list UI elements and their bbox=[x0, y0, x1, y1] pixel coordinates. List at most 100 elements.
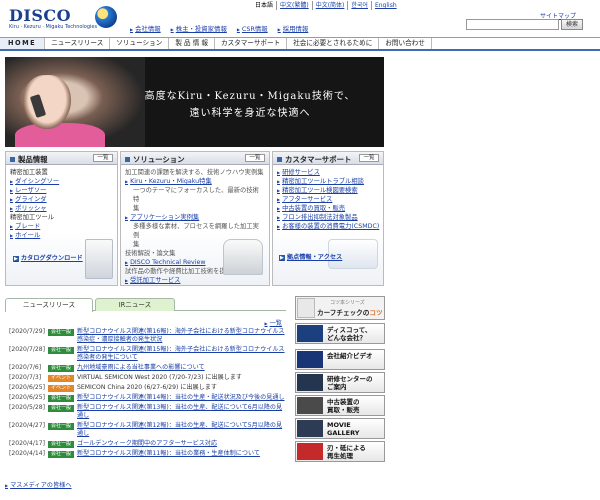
catalog-download-link[interactable]: カタログダウンロード bbox=[13, 253, 83, 262]
banner-thumbnail bbox=[297, 351, 323, 368]
investor-link[interactable]: 株主・投資家情報 bbox=[171, 24, 227, 33]
news-row: [2020/4/27] 会社一般 新型コロナウイルス関連(第12報)：当社の生産、配… bbox=[5, 422, 286, 438]
language-selector: 日本語 中文(繁體) 中文(简体) 한국어 English bbox=[252, 1, 400, 10]
kerf-title: カーフチェックのコツ bbox=[317, 309, 383, 317]
nav-news-release[interactable]: ニュースリリース bbox=[45, 38, 111, 49]
news-headline[interactable]: 新型コロナウイルス関連(第15報)：海外子会社における新型コロナウイルス感染者の… bbox=[77, 346, 286, 362]
news-headline: VIRTUAL SEMICON West 2020 (7/20-7/23) に出… bbox=[77, 374, 242, 381]
products-item-blade[interactable]: ブレード bbox=[10, 222, 113, 231]
nav-customer-support[interactable]: カスタマーサポート bbox=[215, 38, 288, 49]
support-item-tool-search[interactable]: 精密加工ツール検図要検索 bbox=[277, 186, 379, 195]
solution-link-feature[interactable]: Kiru・Kezuru・Migaku特集 bbox=[125, 177, 265, 186]
machine-image bbox=[85, 239, 113, 279]
solution-list-button[interactable]: 一覧 bbox=[245, 154, 265, 162]
products-item-polisher[interactable]: ポリッシャ bbox=[10, 204, 113, 213]
main-nav: HOME ニュースリリース ソリューション 製 品 情 報 カスタマーサポート … bbox=[0, 37, 600, 51]
nav-solution[interactable]: ソリューション bbox=[110, 38, 170, 49]
solution-desc-applications: 多種多様な素材、プロセスを網羅した加工実例 bbox=[133, 223, 259, 239]
products-title: 製品情報 bbox=[10, 154, 48, 165]
news-headline[interactable]: 新型コロナウイルス関連(第14報)：当社の生産・配送状況及び今後の見通し bbox=[77, 394, 286, 402]
support-item-freon[interactable]: フロン排出抑制法対象製品 bbox=[277, 213, 379, 222]
solution-intro: 加工関連の課題を解決する、技術ノウハウ実例集 bbox=[125, 169, 264, 176]
support-item-tool-trouble[interactable]: 精密加工ツールトラブル相談 bbox=[277, 177, 379, 186]
access-link[interactable]: 拠点情報・アクセス bbox=[279, 252, 342, 261]
solution-desc-feature-2: 集 bbox=[133, 205, 140, 212]
news-headline[interactable]: 九州地域豪雨による当社事業への影響について bbox=[77, 364, 286, 372]
news-category-badge: 会社一般 bbox=[48, 405, 74, 412]
mass-media-link[interactable]: マスメディアの皆様へ bbox=[5, 480, 71, 489]
solution-link-applications[interactable]: アプリケーション実例集 bbox=[125, 213, 265, 222]
news-category-badge: 会社一般 bbox=[48, 441, 74, 448]
lang-japanese[interactable]: 日本語 bbox=[252, 1, 276, 10]
products-group-tools: 精密加工ツール bbox=[10, 214, 55, 221]
hero-banner[interactable]: 高度なKiru・Kezuru・Migaku技術で、 遠い科学を身近な快適へ bbox=[5, 57, 384, 147]
news-headline: SEMICON China 2020 (6/27-6/29) に出展します bbox=[77, 384, 217, 391]
search-button[interactable]: 検索 bbox=[561, 19, 583, 30]
news-row: [2020/7/3] イベント VIRTUAL SEMICON West 2020 … bbox=[5, 374, 286, 382]
solution-link-contract-service[interactable]: 受託加工サービス bbox=[125, 276, 265, 285]
tab-news-release[interactable]: ニュースリリース bbox=[5, 298, 93, 312]
lang-simplified-chinese[interactable]: 中文(简体) bbox=[311, 1, 348, 10]
products-panel-header: 製品情報 一覧 bbox=[6, 152, 117, 165]
solution-panel: ソリューション 一覧 加工関連の課題を解決する、技術ノウハウ実例集 Kiru・K… bbox=[120, 151, 270, 286]
company-video-banner[interactable]: 会社紹介ビデオ bbox=[295, 349, 385, 370]
support-item-after-service[interactable]: アフターサービス bbox=[277, 195, 379, 204]
news-date: [2020/6/25] bbox=[9, 384, 46, 391]
nav-society[interactable]: 社会に必要とされるために bbox=[287, 38, 380, 49]
kerf-check-banner[interactable]: コツ本シリーズ カーフチェックのコツ bbox=[295, 296, 385, 320]
support-list-button[interactable]: 一覧 bbox=[359, 154, 379, 162]
news-headline[interactable]: 新型コロナウイルス関連(第11報)：当社の業務・生産体制について bbox=[77, 450, 286, 458]
solution-panel-header: ソリューション 一覧 bbox=[121, 152, 269, 165]
banner-title: 会社紹介ビデオ bbox=[327, 352, 373, 360]
news-row: [2020/7/28] 会社一般 新型コロナウイルス関連(第15報)：海外子会社にお… bbox=[5, 346, 286, 362]
news-row: [2020/4/17] 会社一般 ゴールデンウィーク期間中のアフターサービス対応 bbox=[5, 440, 286, 448]
support-title: カスタマーサポート bbox=[277, 154, 351, 165]
news-category-badge: 会社一般 bbox=[48, 329, 74, 336]
products-item-laser-saw[interactable]: レーザソー bbox=[10, 186, 113, 195]
company-info-link[interactable]: 会社情報 bbox=[130, 24, 161, 33]
news-row: [2020/7/29] 会社一般 新型コロナウイルス関連(第16報)：海外子会社にお… bbox=[5, 328, 286, 344]
products-item-dicing-saw[interactable]: ダイシングソー bbox=[10, 177, 113, 186]
kerf-series-label: コツ本シリーズ bbox=[330, 300, 365, 306]
news-date: [2020/4/27] bbox=[9, 422, 46, 429]
lang-traditional-chinese[interactable]: 中文(繁體) bbox=[276, 1, 312, 10]
news-headline[interactable]: 新型コロナウイルス関連(第16報)：海外子会社における新型コロナウイルス感染症・… bbox=[77, 328, 286, 344]
news-date: [2020/6/25] bbox=[9, 394, 46, 401]
support-item-training[interactable]: 研修サービス bbox=[277, 168, 379, 177]
banner-title: MOVIE GALLERY bbox=[327, 421, 360, 437]
news-headline[interactable]: ゴールデンウィーク期間中のアフターサービス対応 bbox=[77, 440, 286, 448]
nav-home[interactable]: HOME bbox=[0, 38, 46, 49]
tab-ir-news[interactable]: IRニュース bbox=[95, 298, 175, 311]
recruit-link[interactable]: 採用情報 bbox=[278, 24, 309, 33]
news-headline[interactable]: 新型コロナウイルス関連(第12報)：当社の生産、配送について5月以降の見通し bbox=[77, 422, 286, 438]
products-list-button[interactable]: 一覧 bbox=[93, 154, 113, 162]
support-item-power[interactable]: お客様の装置の消費電力(CSMDC) bbox=[277, 222, 379, 231]
news-section: ニュースリリース IRニュース 一覧 [2020/7/29]会社一般新型コロナウ… bbox=[5, 296, 286, 466]
news-row: [2020/5/28] 会社一般 新型コロナウイルス関連(第13報)：当社の生産、配… bbox=[5, 404, 286, 420]
support-panel: カスタマーサポート 一覧 研修サービス 精密加工ツールトラブル相談 精密加工ツー… bbox=[272, 151, 384, 286]
training-center-banner[interactable]: 研修センターの ご案内 bbox=[295, 372, 385, 393]
support-item-used-equipment[interactable]: 中古装置の買取・販売 bbox=[277, 204, 379, 213]
news-list-link[interactable]: 一覧 bbox=[265, 318, 282, 327]
regrind-service-banner[interactable]: 刃・砥による 再生処理 bbox=[295, 441, 385, 462]
movie-gallery-banner[interactable]: MOVIE GALLERY bbox=[295, 418, 385, 439]
search-input[interactable] bbox=[466, 19, 559, 30]
banner-title: 中古装置の 買取・販売 bbox=[327, 398, 360, 414]
lang-korean[interactable]: 한국어 bbox=[347, 1, 371, 10]
banner-thumbnail bbox=[297, 325, 323, 342]
news-category-badge: 会社一般 bbox=[48, 451, 74, 458]
support-panel-header: カスタマーサポート 一覧 bbox=[273, 152, 383, 165]
csr-link[interactable]: CSR情報 bbox=[237, 24, 268, 33]
nav-contact[interactable]: お問い合わせ bbox=[379, 38, 432, 49]
news-headline[interactable]: 新型コロナウイルス関連(第13報)：当社の生産、配送について6月以降の見通し bbox=[77, 404, 286, 420]
disco-logo[interactable]: DISCO Kiru · Kezuru · Migaku Technologie… bbox=[5, 5, 120, 32]
banner-thumbnail bbox=[297, 443, 323, 460]
news-date: [2020/7/6] bbox=[9, 364, 42, 371]
about-disco-banner[interactable]: ディスコって、 どんな会社？ bbox=[295, 323, 385, 344]
news-category-badge: イベント bbox=[48, 385, 74, 392]
nav-products[interactable]: 製 品 情 報 bbox=[169, 38, 215, 49]
products-item-grinder[interactable]: グラインダ bbox=[10, 195, 113, 204]
used-equipment-banner[interactable]: 中古装置の 買取・販売 bbox=[295, 395, 385, 416]
lang-english[interactable]: English bbox=[370, 1, 400, 10]
logo-text: DISCO bbox=[9, 6, 72, 25]
